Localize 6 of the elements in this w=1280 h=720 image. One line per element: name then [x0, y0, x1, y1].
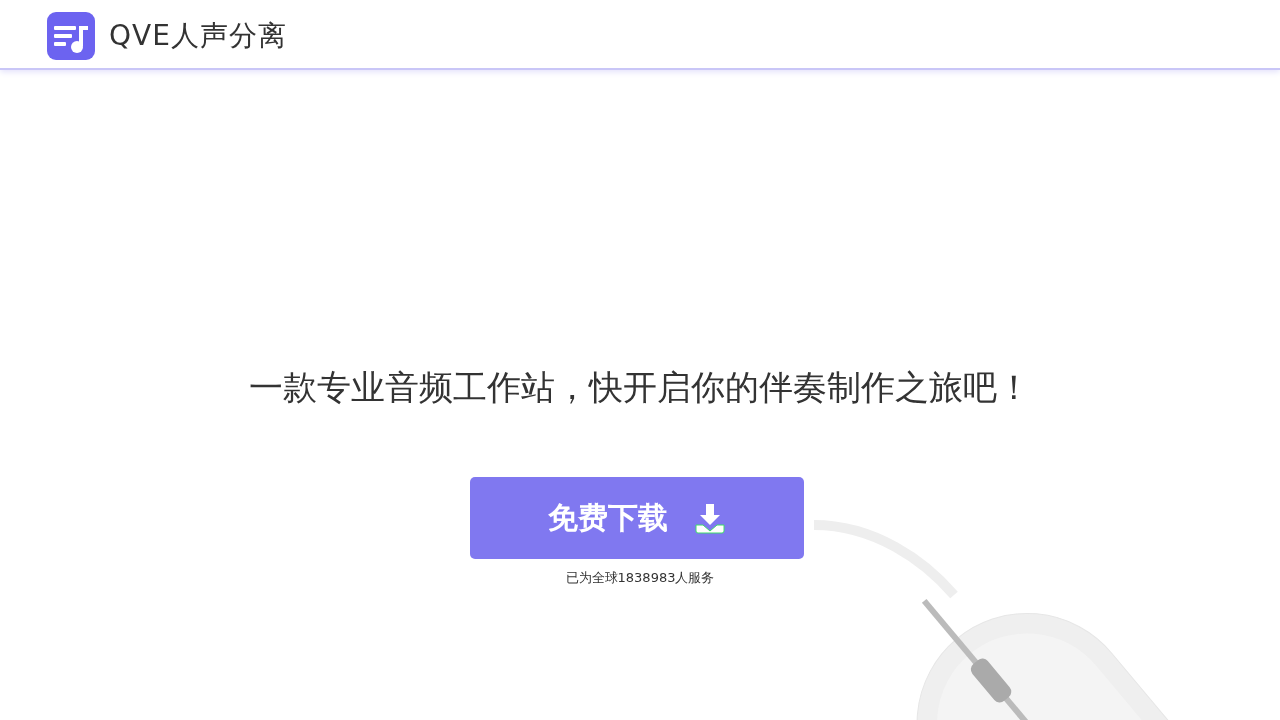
app-name: QVE人声分离	[109, 18, 287, 54]
served-count: 已为全球1838983人服务	[565, 569, 715, 587]
download-icon	[693, 502, 726, 534]
download-button[interactable]: 免费下载	[469, 477, 804, 559]
headline: 一款专业音频工作站，快开启你的伴奏制作之旅吧！	[249, 366, 1031, 409]
music-list-icon	[47, 12, 95, 60]
